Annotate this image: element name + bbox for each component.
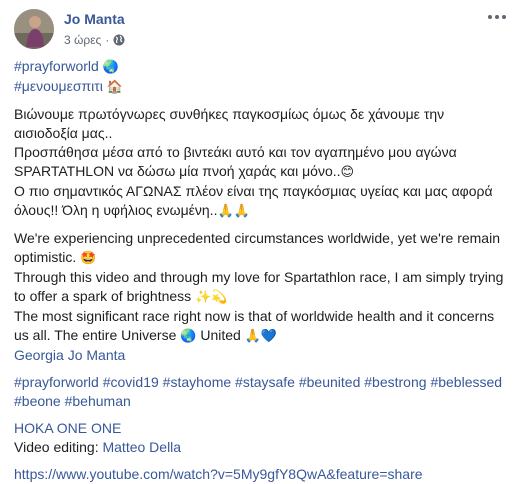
pray-heart-emoji-icon: 🙏💙 xyxy=(244,329,278,344)
youtube-url-link[interactable]: https://www.youtube.com/watch?v=5My9gfY8… xyxy=(14,466,423,482)
pray-emoji-icon: 🙏🙏 xyxy=(217,204,250,219)
editor-link[interactable]: Matteo Della xyxy=(102,439,181,455)
post-time[interactable]: 3 ώρες xyxy=(64,33,101,47)
hashtag-link[interactable]: #beunited xyxy=(299,374,361,390)
greek-line-3: Ο πιο σημαντικός ΑΓΩΝΑΣ πλέον είναι της … xyxy=(14,183,493,218)
hashtag-link[interactable]: #beblessed xyxy=(430,374,502,390)
hashtag-link[interactable]: #prayforworld xyxy=(14,58,99,74)
post-header: Jo Manta 3 ώρες · xyxy=(14,0,507,54)
greek-line-2: Προσπάθησα μέσα από το βιντεάκι αυτό και… xyxy=(14,144,457,179)
hashtag-link[interactable]: #staysafe xyxy=(235,374,295,390)
smile-emoji-icon: 😊 xyxy=(340,165,355,180)
mention-link[interactable]: Georgia Jo Manta xyxy=(14,347,125,363)
post-content: #prayforworld 🌏 #μενουμεσπιτι 🏠 Βιώνουμε… xyxy=(14,57,509,484)
english-line-2: Through this video and through my love f… xyxy=(14,269,504,304)
separator: · xyxy=(105,33,110,47)
hashtag-link[interactable]: #covid19 xyxy=(103,374,159,390)
hashtag-link[interactable]: #beone xyxy=(14,393,61,409)
brand-link[interactable]: HOKA ONE ONE xyxy=(14,420,121,436)
editing-label: Video editing: xyxy=(14,439,99,455)
hashtag-link[interactable]: #stayhome xyxy=(163,374,231,390)
avatar[interactable] xyxy=(14,9,54,49)
hashtag-link[interactable]: #prayforworld xyxy=(14,374,99,390)
post-meta: 3 ώρες · xyxy=(64,33,125,47)
globe-emoji-icon: 🌏 xyxy=(102,60,119,75)
globe-icon[interactable] xyxy=(113,34,125,46)
united-word: United xyxy=(200,327,241,343)
globe-emoji-icon: 🌏 xyxy=(180,329,197,344)
hashtag-link[interactable]: #behuman xyxy=(65,393,131,409)
author-name[interactable]: Jo Manta xyxy=(64,11,125,27)
greek-line-1: Βιώνουμε πρωτόγνωρες συνθήκες παγκοσμίως… xyxy=(14,106,445,141)
star-eyes-emoji-icon: 🤩 xyxy=(80,251,97,266)
hashtag-link[interactable]: #μενουμεσπιτι xyxy=(14,78,103,94)
hashtag-list: #prayforworld #covid19 #stayhome #staysa… xyxy=(14,373,509,411)
more-options-icon[interactable] xyxy=(487,10,507,24)
house-emoji-icon: 🏠 xyxy=(106,80,123,95)
hashtag-link[interactable]: #bestrong xyxy=(364,374,426,390)
sparkles-emoji-icon: ✨💫 xyxy=(195,290,228,305)
facebook-post: Jo Manta 3 ώρες · #prayforworld 🌏 #μενου… xyxy=(0,0,519,482)
